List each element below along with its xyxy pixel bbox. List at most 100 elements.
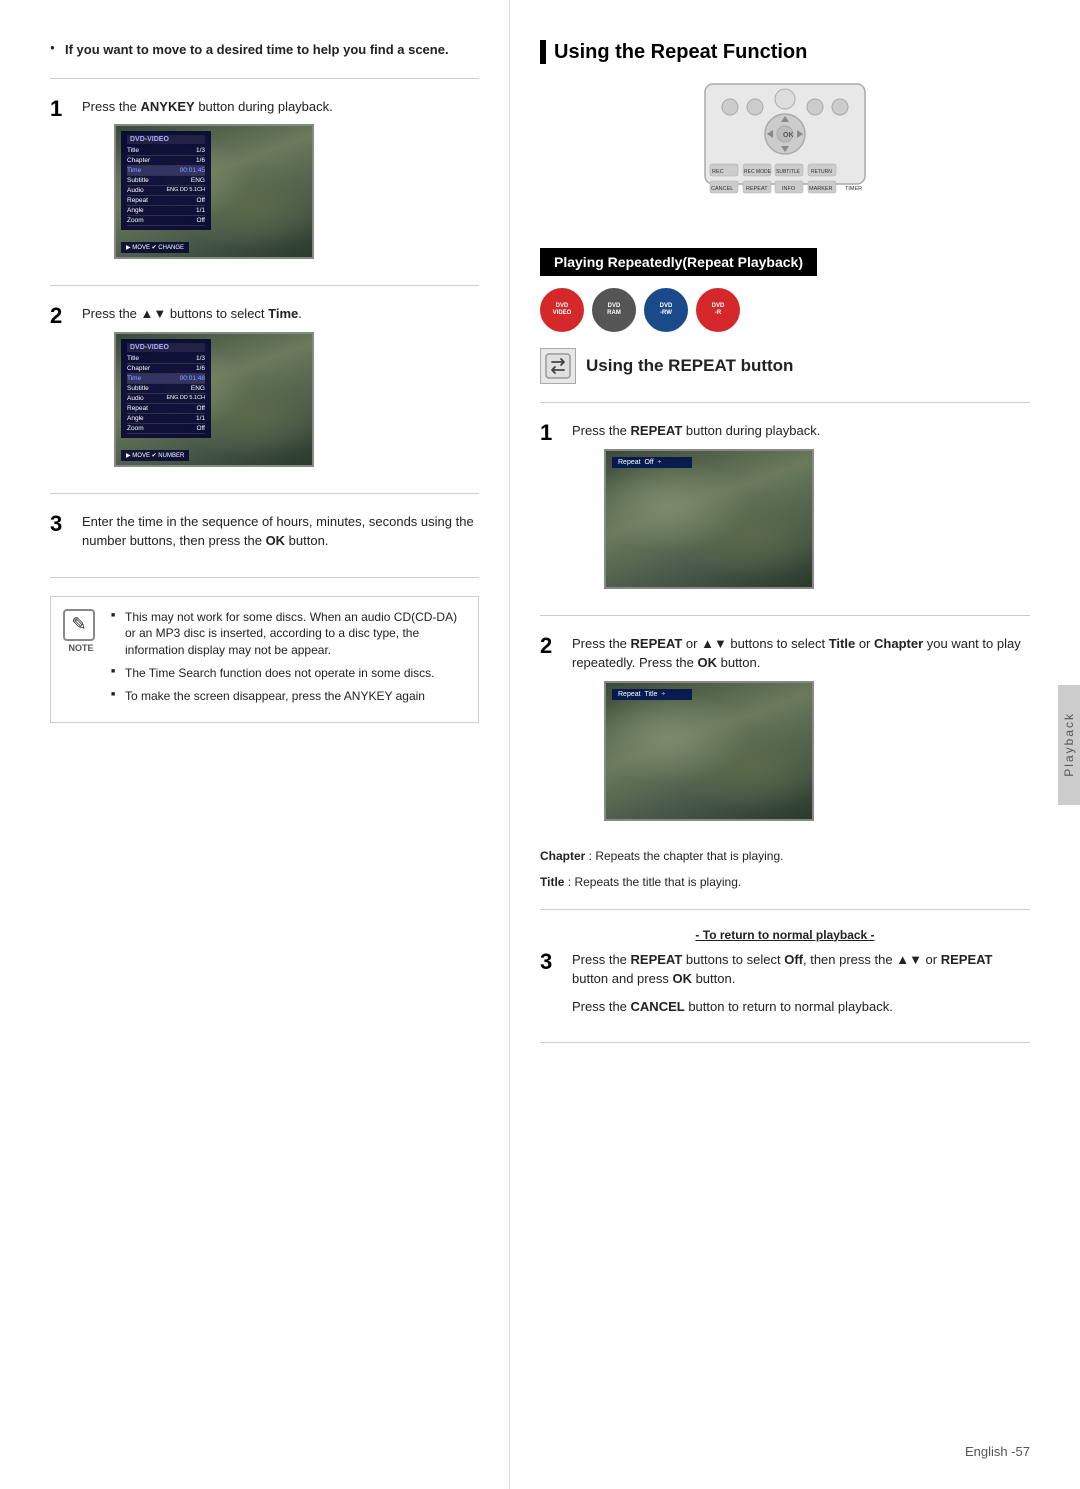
dvd-menu-row: Angle1/1	[127, 414, 205, 424]
step-r3-text-1: Press the REPEAT buttons to select Off, …	[572, 950, 1030, 989]
dvd-menu-row: SubtitleENG	[127, 384, 205, 394]
step-num-r2: 2	[540, 634, 562, 658]
normal-playback-label: - To return to normal playback -	[540, 928, 1030, 942]
note-icon: ✎	[63, 609, 95, 641]
step-2-content: Press the ▲▼ buttons to select Time. DVD…	[82, 304, 479, 475]
step-num-3: 3	[50, 512, 72, 536]
svg-text:SUBTITLE: SUBTITLE	[776, 169, 801, 175]
step-3-right: 3 Press the REPEAT buttons to select Off…	[540, 950, 1030, 1025]
dvd-menu-row-time: Time00:01:45	[127, 166, 205, 176]
disc-icon-dvd-video: DVD VIDEO	[540, 288, 584, 332]
repeat-overlay-title: Repeat Title ÷	[612, 689, 692, 700]
repeat-bold-4: REPEAT	[941, 952, 993, 967]
sub-section-title: Using the REPEAT button	[586, 356, 793, 376]
dvd-menu-row: RepeatOff	[127, 404, 205, 414]
note-content: This may not work for some discs. When a…	[111, 609, 466, 711]
svg-text:REC: REC	[712, 169, 724, 175]
title-caption-bold: Title	[540, 875, 564, 889]
step-num-1: 1	[50, 97, 72, 121]
dvd-menu-row: SubtitleENG	[127, 176, 205, 186]
section-title: Using the Repeat Function	[540, 40, 1030, 64]
repeat-bold-2: REPEAT	[631, 636, 683, 651]
bullet-header: If you want to move to a desired time to…	[50, 40, 479, 60]
dvd-menu-row: Chapter1/6	[127, 364, 205, 374]
remote-container: OK REC REC MODE SUBTITLE RETURN CANCEL R…	[540, 79, 1030, 234]
disc-icon-dvd-r: DVD -R	[696, 288, 740, 332]
svg-text:RETURN: RETURN	[811, 169, 832, 175]
side-tab-text: Playback	[1062, 712, 1076, 777]
chapter-caption-bold: Chapter	[540, 849, 585, 863]
divider-3	[50, 493, 479, 494]
section-title-text: Using the Repeat Function	[554, 41, 807, 64]
divider-right-2	[540, 615, 1030, 616]
disc-icon-dvd-rw: DVD -RW	[644, 288, 688, 332]
ok-bold-r2: OK	[698, 655, 718, 670]
divider-right-4	[540, 1042, 1030, 1043]
repeat-overlay-off: Repeat Off ÷	[612, 457, 692, 468]
step-2-right: 2 Press the REPEAT or ▲▼ buttons to sele…	[540, 634, 1030, 829]
dvd-menu-1-title: DVD-VIDEO	[127, 135, 205, 144]
dvd-menu-row: Chapter1/6	[127, 156, 205, 166]
step-r2-content: Press the REPEAT or ▲▼ buttons to select…	[572, 634, 1030, 829]
note-list: This may not work for some discs. When a…	[111, 609, 466, 705]
repeat-title-text: Repeat Title ÷	[618, 691, 665, 698]
repeat-bold-1: REPEAT	[631, 423, 683, 438]
step-r3-content: Press the REPEAT buttons to select Off, …	[572, 950, 1030, 1025]
svg-text:TIMER: TIMER	[845, 186, 862, 192]
screenshot-repeat-title: Repeat Title ÷	[604, 681, 814, 821]
step-num-r3: 3	[540, 950, 562, 974]
note-item-3: To make the screen disappear, press the …	[111, 688, 466, 705]
svg-text:MARKER: MARKER	[809, 186, 833, 192]
step-1-left: 1 Press the ANYKEY button during playbac…	[50, 97, 479, 268]
divider-right-3	[540, 909, 1030, 910]
time-bold: Time	[268, 306, 298, 321]
dvd-menu-2: DVD-VIDEO Title1/3 Chapter1/6 Time00:01:…	[121, 339, 211, 438]
chapter-bold: Chapter	[874, 636, 923, 651]
screenshot-2: DVD-VIDEO Title1/3 Chapter1/6 Time00:01:…	[114, 332, 314, 467]
svg-text:OK: OK	[783, 132, 794, 139]
repeat-bold-3: REPEAT	[631, 952, 683, 967]
note-box: ✎ NOTE This may not work for some discs.…	[50, 596, 479, 724]
repeat-svg-icon	[544, 352, 572, 380]
screenshot-1-bg: DVD-VIDEO Title1/3 Chapter1/6 Time00:01:…	[116, 126, 312, 257]
step-num-r1: 1	[540, 421, 562, 445]
screenshot-repeat-title-bg: Repeat Title ÷	[606, 683, 812, 819]
step-3-content: Enter the time in the sequence of hours,…	[82, 512, 479, 559]
divider-4	[50, 577, 479, 578]
step-1-right: 1 Press the REPEAT button during playbac…	[540, 421, 1030, 597]
note-label: NOTE	[63, 643, 99, 653]
note-item-1: This may not work for some discs. When a…	[111, 609, 466, 659]
playing-banner: Playing Repeatedly(Repeat Playback)	[540, 248, 817, 276]
step-r1-text: Press the REPEAT button during playback.	[572, 421, 1030, 441]
anykey-bold: ANYKEY	[141, 99, 195, 114]
title-caption-text: : Repeats the title that is playing.	[564, 875, 741, 889]
left-column: If you want to move to a desired time to…	[0, 0, 510, 1489]
dvd-menu-row: ZoomOff	[127, 216, 205, 226]
svg-text:CANCEL: CANCEL	[711, 186, 733, 192]
dvd-menu-row-time2: Time00:01:48	[127, 374, 205, 384]
dvd-menu-2-title: DVD-VIDEO	[127, 343, 205, 352]
note-item-2: The Time Search function does not operat…	[111, 665, 466, 682]
side-tab: Playback	[1058, 685, 1080, 805]
step-2-left: 2 Press the ▲▼ buttons to select Time. D…	[50, 304, 479, 475]
dvd-menu-row: Title1/3	[127, 354, 205, 364]
page-footer: English -57	[965, 1444, 1030, 1459]
dvd-menu-row: Title1/3	[127, 146, 205, 156]
svg-text:INFO: INFO	[782, 186, 796, 192]
screenshot-2-bg: DVD-VIDEO Title1/3 Chapter1/6 Time00:01:…	[116, 334, 312, 465]
off-bold: Off	[784, 952, 803, 967]
repeat-icon	[540, 348, 576, 384]
step-1-content: Press the ANYKEY button during playback.…	[82, 97, 479, 268]
dvd-menu-row: ZoomOff	[127, 424, 205, 434]
dvd-menu-1: DVD-VIDEO Title1/3 Chapter1/6 Time00:01:…	[121, 131, 211, 230]
repeat-off-text: Repeat Off ÷	[618, 459, 661, 466]
step-2-text: Press the ▲▼ buttons to select Time.	[82, 304, 479, 324]
dvd-menu-row: AudioENG DD 5.1CH	[127, 186, 205, 196]
step-num-2: 2	[50, 304, 72, 328]
step-r3-text-2: Press the CANCEL button to return to nor…	[572, 997, 1030, 1017]
section-title-bar	[540, 40, 546, 64]
ok-bold: OK	[266, 533, 286, 548]
sub-section-repeat: Using the REPEAT button	[540, 348, 1030, 384]
step-r1-content: Press the REPEAT button during playback.…	[572, 421, 1030, 597]
page-container: If you want to move to a desired time to…	[0, 0, 1080, 1489]
